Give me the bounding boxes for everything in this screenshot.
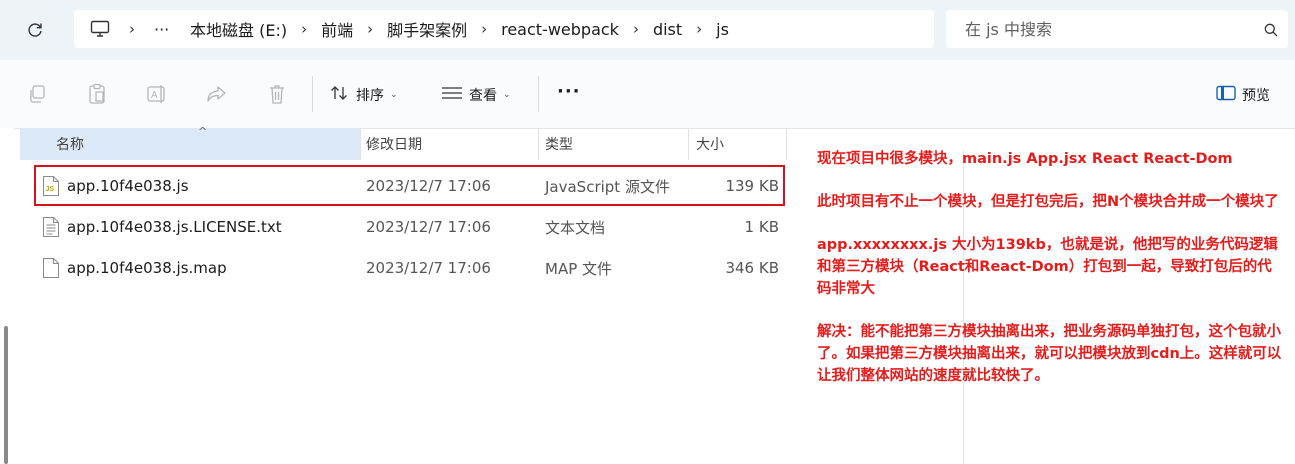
more-options-button[interactable]: ···	[557, 81, 581, 102]
search-input[interactable]	[963, 18, 1257, 40]
breadcrumb-scaffold[interactable]: 脚手架案例	[387, 17, 467, 41]
sort-label: 排序	[356, 88, 384, 104]
computer-icon[interactable]	[90, 20, 110, 38]
command-bar: A 排序 ⌄ 查看 ⌄ ··· 预览	[0, 60, 1295, 129]
file-type: 文本文档	[545, 218, 606, 237]
file-name: app.10f4e038.js.map	[67, 259, 227, 277]
breadcrumb-drive-e[interactable]: 本地磁盘 (E:)	[190, 17, 287, 41]
chevron-down-icon: ⌄	[503, 90, 511, 100]
file-name: app.10f4e038.js.LICENSE.txt	[67, 218, 282, 236]
rename-icon[interactable]: A	[144, 81, 170, 107]
toolbar-divider	[538, 76, 539, 112]
breadcrumb-qianduan[interactable]: 前端	[321, 17, 353, 41]
search-icon[interactable]	[1264, 22, 1278, 41]
search-box[interactable]	[946, 10, 1288, 48]
chevron-right-icon[interactable]: ›	[110, 20, 154, 38]
column-divider	[538, 128, 539, 160]
refresh-icon[interactable]	[22, 17, 48, 43]
file-date: 2023/12/7 17:06	[366, 259, 491, 277]
blank-file-icon	[42, 248, 60, 288]
column-header-row: 名称 ^ ⌄ 修改日期 类型 大小	[20, 125, 790, 160]
copy-icon[interactable]	[24, 81, 50, 107]
annotation-paragraph: 解决：能不能把第三方模块抽离出来，把业务源码单独打包，这个包就小了。如果把第三方…	[817, 324, 1282, 384]
column-divider	[688, 128, 689, 160]
sort-button[interactable]: 排序 ⌄	[330, 85, 398, 105]
annotation-paragraph: 现在项目中很多模块，main.js App.jsx React React-Do…	[817, 151, 1233, 167]
file-type: MAP 文件	[545, 259, 613, 278]
view-list-icon	[441, 86, 463, 104]
chevron-right-icon[interactable]: ›	[287, 20, 321, 38]
file-row[interactable]: app.10f4e038.js.map 2023/12/7 17:06 MAP …	[20, 248, 790, 288]
svg-text:A: A	[151, 90, 158, 101]
preview-pane-icon	[1216, 85, 1236, 105]
breadcrumb-react-webpack[interactable]: react-webpack	[501, 20, 619, 39]
column-name-label: 名称	[56, 137, 84, 153]
delete-icon[interactable]	[264, 81, 290, 107]
file-size: 346 KB	[725, 259, 779, 277]
column-date-label: 修改日期	[366, 137, 422, 153]
paste-icon[interactable]	[84, 81, 110, 107]
column-size-header[interactable]: 大小	[696, 128, 724, 160]
annotation-paragraph: 此时项目有不止一个模块，但是打包完后，把N个模块合并成一个模块了	[817, 194, 1279, 210]
column-name-header[interactable]: 名称 ^	[20, 125, 360, 160]
breadcrumb-dist[interactable]: dist	[653, 20, 682, 39]
breadcrumb-js[interactable]: js	[716, 20, 729, 39]
text-file-icon	[42, 207, 60, 247]
preview-pane-button[interactable]: 预览	[1216, 85, 1270, 105]
file-date: 2023/12/7 17:06	[366, 218, 491, 236]
breadcrumb-more[interactable]: ···	[154, 20, 182, 39]
column-divider	[360, 128, 361, 160]
sort-ascending-icon: ^	[198, 125, 208, 138]
address-bar[interactable]: › ··· 本地磁盘 (E:) › 前端 › 脚手架案例 › react-web…	[74, 10, 934, 48]
view-button[interactable]: 查看 ⌄	[441, 85, 511, 105]
file-row[interactable]: app.10f4e038.js.LICENSE.txt 2023/12/7 17…	[20, 207, 790, 247]
sort-icon	[330, 85, 350, 105]
annotation-paragraph: app.xxxxxxxx.js 大小为139kb，也就是说，他把写的业务代码逻辑…	[817, 237, 1278, 297]
chevron-down-icon: ⌄	[390, 90, 398, 100]
column-date-header[interactable]: 修改日期	[366, 128, 422, 160]
column-type-label: 类型	[545, 137, 573, 153]
scrollbar-thumb[interactable]	[4, 326, 8, 464]
column-size-label: 大小	[696, 137, 724, 153]
address-bar-row: › ··· 本地磁盘 (E:) › 前端 › 脚手架案例 › react-web…	[0, 0, 1295, 60]
column-divider	[786, 128, 787, 160]
file-size: 1 KB	[744, 218, 779, 236]
toolbar-divider	[312, 76, 313, 112]
chevron-right-icon[interactable]: ›	[619, 20, 653, 38]
chevron-right-icon[interactable]: ›	[353, 20, 387, 38]
column-type-header[interactable]: 类型	[545, 128, 573, 160]
chevron-right-icon[interactable]: ›	[682, 20, 716, 38]
highlight-box	[34, 165, 785, 206]
chevron-right-icon[interactable]: ›	[467, 20, 501, 38]
preview-label: 预览	[1242, 88, 1270, 104]
annotation-text: 现在项目中很多模块，main.js App.jsx React React-Do…	[817, 148, 1285, 408]
share-icon[interactable]	[204, 81, 230, 107]
view-label: 查看	[469, 88, 497, 104]
